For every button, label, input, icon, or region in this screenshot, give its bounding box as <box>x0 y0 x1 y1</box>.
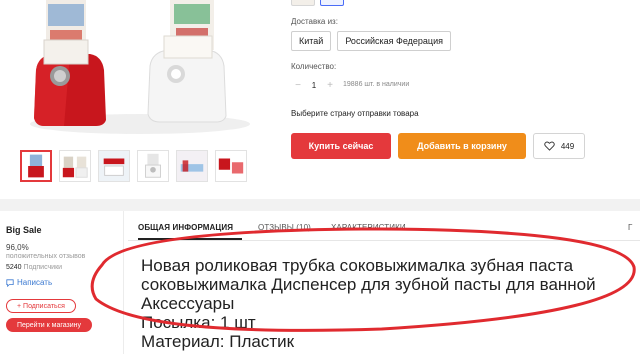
wishlist-button[interactable]: 449 <box>533 133 585 159</box>
buy-now-button[interactable]: Купить сейчас <box>291 133 391 159</box>
seller-card: Big Sale 96,0% положительных отзывов 524… <box>0 211 124 354</box>
quantity-increase-button[interactable]: + <box>323 76 337 94</box>
ship-from-russia[interactable]: Российская Федерация <box>337 31 451 51</box>
thumbnail-strip <box>20 150 247 182</box>
subscribers-count: 5240 <box>6 264 22 271</box>
description-package: Посылка: 1 шт <box>141 313 256 332</box>
thumbnail-4[interactable] <box>137 150 169 182</box>
quantity-decrease-button[interactable]: − <box>291 76 305 94</box>
color-swatch-1[interactable] <box>291 0 315 6</box>
heart-icon <box>544 141 555 151</box>
ship-country-note: Выберите страну отправки товара <box>291 109 419 118</box>
section-separator <box>0 199 640 211</box>
message-seller-link[interactable]: Написать <box>6 278 52 287</box>
description-material: Материал: Пластик <box>141 332 295 351</box>
product-description: Новая роликовая трубка соковыжималка зуб… <box>141 256 635 351</box>
active-tab-indicator <box>138 238 242 240</box>
product-tabs: ОБЩАЯ ИНФОРМАЦИЯ ОТЗЫВЫ (10) ХАРАКТЕРИСТ… <box>128 211 640 241</box>
thumbnail-5[interactable] <box>176 150 208 182</box>
tab-specifications[interactable]: ХАРАКТЕРИСТИКИ <box>331 223 406 232</box>
stock-count: 19886 шт. в наличии <box>343 81 410 88</box>
go-to-store-button[interactable]: Перейти к магазину <box>6 318 92 332</box>
quantity-input[interactable]: 1 <box>305 76 323 94</box>
add-to-cart-button[interactable]: Добавить в корзину <box>398 133 526 159</box>
seller-rating-value: 96,0% <box>6 243 29 252</box>
thumbnail-6[interactable] <box>215 150 247 182</box>
toothpaste-squeezer-photo <box>0 0 272 141</box>
ship-from-label: Доставка из: <box>291 17 338 26</box>
tab-reviews[interactable]: ОТЗЫВЫ (10) <box>258 223 311 232</box>
subscribers-label: Подписчики <box>23 264 63 271</box>
ship-from-china[interactable]: Китай <box>291 31 332 51</box>
chat-icon <box>6 278 14 287</box>
color-swatches <box>291 0 344 6</box>
quantity-stepper: − 1 + <box>291 76 337 94</box>
ship-from-options: Китай Российская Федерация <box>291 31 451 51</box>
color-swatch-2[interactable] <box>320 0 344 6</box>
thumbnail-2[interactable] <box>59 150 91 182</box>
seller-subscribers: 5240 Подписчики <box>6 264 62 271</box>
thumbnail-3[interactable] <box>98 150 130 182</box>
description-title: Новая роликовая трубка соковыжималка зуб… <box>141 256 596 313</box>
thumbnail-1[interactable] <box>20 150 52 182</box>
tab-general-info[interactable]: ОБЩАЯ ИНФОРМАЦИЯ <box>138 223 233 232</box>
follow-store-button[interactable]: + Подписаться <box>6 299 76 313</box>
wishlist-count: 449 <box>560 141 575 151</box>
main-product-photo <box>0 0 272 141</box>
tab-overflow[interactable]: Г <box>628 223 632 232</box>
message-label: Написать <box>17 278 53 287</box>
seller-name[interactable]: Big Sale <box>6 225 42 235</box>
seller-rating-label: положительных отзывов <box>6 253 86 260</box>
quantity-label: Количество: <box>291 62 337 71</box>
